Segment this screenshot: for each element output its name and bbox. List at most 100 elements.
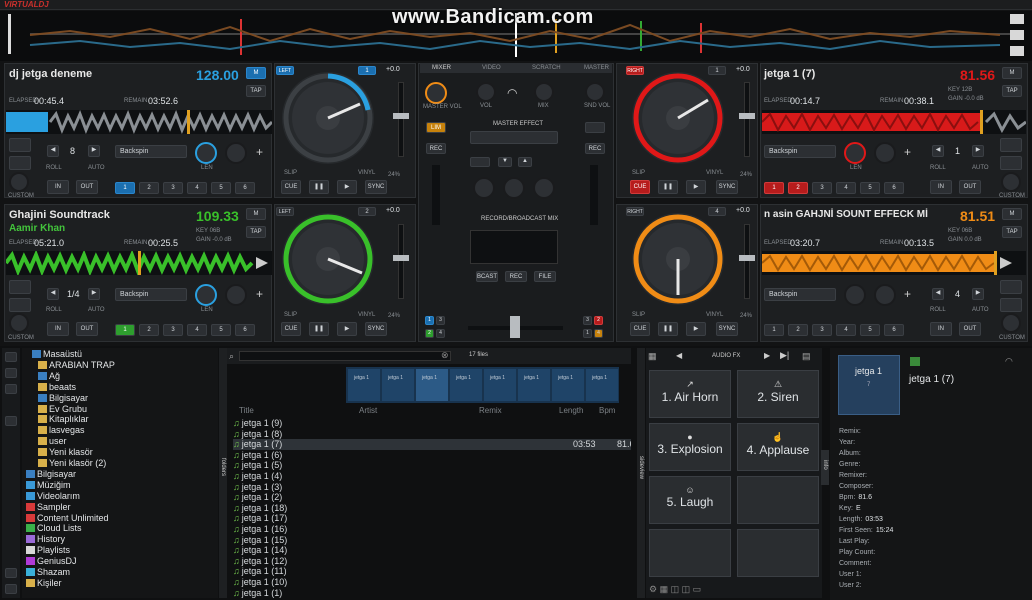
vol-knob[interactable] xyxy=(476,82,496,102)
col-bpm[interactable]: Bpm xyxy=(599,406,615,415)
effect-up-button[interactable]: ▲ xyxy=(518,157,532,167)
deck-3-play-button[interactable]: ▶ xyxy=(337,322,357,336)
deck-2-m-button[interactable]: M xyxy=(1002,67,1022,79)
cover-thumb[interactable]: jetga 1 xyxy=(450,369,482,401)
cover-thumb[interactable]: jetga 1 xyxy=(552,369,584,401)
deck-4-hotcue-6[interactable]: 6 xyxy=(884,324,904,336)
deck-1-loop-minus[interactable]: ◀ xyxy=(47,145,59,157)
deck-1-hotcue-3[interactable]: 3 xyxy=(163,182,183,194)
cover-flow-strip[interactable]: jetga 1 jetga 1 jetga 1 jetga 1 jetga 1 jetga… xyxy=(346,367,619,403)
mixer-rec-left[interactable]: REC xyxy=(426,143,446,154)
deck-2-loop-minus[interactable]: ◀ xyxy=(932,145,944,157)
file-button[interactable]: FILE xyxy=(534,271,556,282)
tree-item[interactable]: Masaüstü xyxy=(32,349,82,360)
browser-tool-2[interactable] xyxy=(5,368,17,378)
deck-3-loop-plus[interactable]: ▶ xyxy=(88,288,100,300)
master-effect-select[interactable] xyxy=(470,131,558,144)
deck-2-effect-select[interactable]: Backspin xyxy=(764,145,836,158)
deck-1-hotcue-1[interactable]: 1 xyxy=(115,182,135,194)
table-row[interactable]: ♫ jetga 1 (3) xyxy=(233,482,631,493)
deck-2-jogwheel[interactable] xyxy=(630,70,726,166)
tree-item[interactable]: History xyxy=(26,534,65,545)
deck-1-hotcue-6[interactable]: 6 xyxy=(235,182,255,194)
table-row[interactable]: ♫jetga 1 (7) 03:53 81.6 xyxy=(233,439,631,451)
deck-3-hotcue-3[interactable]: 3 xyxy=(163,324,183,336)
deck-2-hotcue-6[interactable]: 6 xyxy=(884,182,904,194)
info-headphones-icon[interactable]: ◠ xyxy=(1005,356,1013,367)
deck-4-sync-button[interactable]: SYNC xyxy=(716,322,738,336)
mixer-rec-right[interactable]: REC xyxy=(585,143,605,154)
tree-item[interactable]: Playlists xyxy=(26,545,70,556)
sampler-pad[interactable]: ☺ 5. Laugh xyxy=(649,476,731,524)
tree-item[interactable]: Bilgisayar xyxy=(26,469,76,480)
table-row[interactable]: ♫ jetga 1 (9) xyxy=(233,418,631,429)
tree-item[interactable]: lasvegas xyxy=(38,425,85,436)
table-row[interactable]: ♫ jetga 1 (6) xyxy=(233,450,631,461)
deck-1-pitch-handle[interactable] xyxy=(393,113,409,119)
deck-3-sync-button[interactable]: SYNC xyxy=(365,322,387,336)
effect-knob-1[interactable] xyxy=(473,177,495,199)
crossfader-left-3[interactable]: 3 xyxy=(436,316,445,325)
deck-2-tap-button[interactable]: TAP xyxy=(1002,85,1022,97)
lim-button[interactable]: LIM xyxy=(426,122,446,133)
deck-1-hotcue-4[interactable]: 4 xyxy=(187,182,207,194)
deck-2-out-button[interactable]: OUT xyxy=(959,180,981,194)
table-row[interactable]: ♫ jetga 1 (17) xyxy=(233,513,631,524)
deck-1-side-button-2[interactable] xyxy=(9,156,31,170)
deck-4-pitch-handle[interactable] xyxy=(739,255,755,261)
sampler-end-icon[interactable]: ▶| xyxy=(780,350,789,361)
tree-item[interactable]: Shazam xyxy=(26,567,70,578)
deck-3-hotcue-6[interactable]: 6 xyxy=(235,324,255,336)
search-input[interactable] xyxy=(239,351,451,361)
tree-item[interactable]: Cloud Lists xyxy=(26,523,82,534)
deck-3-tap-button[interactable]: TAP xyxy=(246,226,266,238)
tree-item[interactable]: Kişiler xyxy=(26,578,62,589)
sampler-pad[interactable]: ⚠ 2. Siren xyxy=(737,370,819,418)
deck-2-pause-button[interactable]: ❚❚ xyxy=(658,180,678,194)
deck-4-side-button-2[interactable] xyxy=(1000,298,1022,312)
tree-item[interactable]: Content Unlimited xyxy=(26,513,109,524)
effect-knob-3[interactable] xyxy=(533,177,555,199)
deck-3-pitch-slider[interactable] xyxy=(398,224,404,299)
deck-3-effect-select[interactable]: Backspin xyxy=(115,288,187,301)
deck-4-hotcue-1[interactable]: 1 xyxy=(764,324,784,336)
crossfader-right-1[interactable]: 1 xyxy=(583,329,592,338)
deck-1-fx-add-icon[interactable]: + xyxy=(256,145,263,159)
deck-2-loop-plus[interactable]: ▶ xyxy=(972,145,984,157)
deck-4-effect-select[interactable]: Backspin xyxy=(764,288,836,301)
sampler-pad[interactable]: ☝ 4. Applause xyxy=(737,423,819,471)
effect-knob-2[interactable] xyxy=(503,177,525,199)
browser-tool-4[interactable] xyxy=(5,416,17,426)
deck-2-waveform[interactable] xyxy=(762,110,1026,134)
deck-2-hotcue-5[interactable]: 5 xyxy=(860,182,880,194)
deck-2-play-button[interactable]: ▶ xyxy=(686,180,706,194)
deck-3-pitch-handle[interactable] xyxy=(393,255,409,261)
deck-1-fx-knob[interactable] xyxy=(225,142,247,164)
browser-tool-5[interactable] xyxy=(5,568,17,578)
table-row[interactable]: ♫ jetga 1 (1) xyxy=(233,588,631,599)
deck-4-side-button-1[interactable] xyxy=(1000,280,1022,294)
deck-4-cue-button[interactable]: CUE xyxy=(630,322,650,336)
tree-item[interactable]: Yeni klasör xyxy=(38,447,93,458)
deck-1-m-button[interactable]: M xyxy=(246,67,266,79)
browser-tool-3[interactable] xyxy=(5,384,17,394)
deck-4-hotcue-2[interactable]: 2 xyxy=(788,324,808,336)
tree-item[interactable]: ARABIAN TRAP xyxy=(38,360,115,371)
deck-1-jogwheel[interactable] xyxy=(280,70,376,166)
crossfader-right-3[interactable]: 3 xyxy=(583,316,592,325)
deck-4-play-button[interactable]: ▶ xyxy=(686,322,706,336)
deck-3-out-button[interactable]: OUT xyxy=(76,322,98,336)
deck-3-fx-add-icon[interactable]: + xyxy=(256,287,263,301)
deck-1-pitch-slider[interactable] xyxy=(398,82,404,157)
tree-item[interactable]: Videolarım xyxy=(26,491,80,502)
deck-3-hotcue-4[interactable]: 4 xyxy=(187,324,207,336)
tree-item[interactable]: user xyxy=(38,436,67,447)
deck-4-hotcue-4[interactable]: 4 xyxy=(836,324,856,336)
cover-thumb[interactable]: jetga 1 xyxy=(348,369,380,401)
deck-1-loop-plus[interactable]: ▶ xyxy=(88,145,100,157)
sampler-pad[interactable] xyxy=(737,529,819,577)
deck-2-custom-knob[interactable] xyxy=(1001,172,1021,192)
tab-master[interactable]: MASTER xyxy=(584,65,609,71)
deck-4-hotcue-3[interactable]: 3 xyxy=(812,324,832,336)
browser-tool-6[interactable] xyxy=(5,584,17,594)
